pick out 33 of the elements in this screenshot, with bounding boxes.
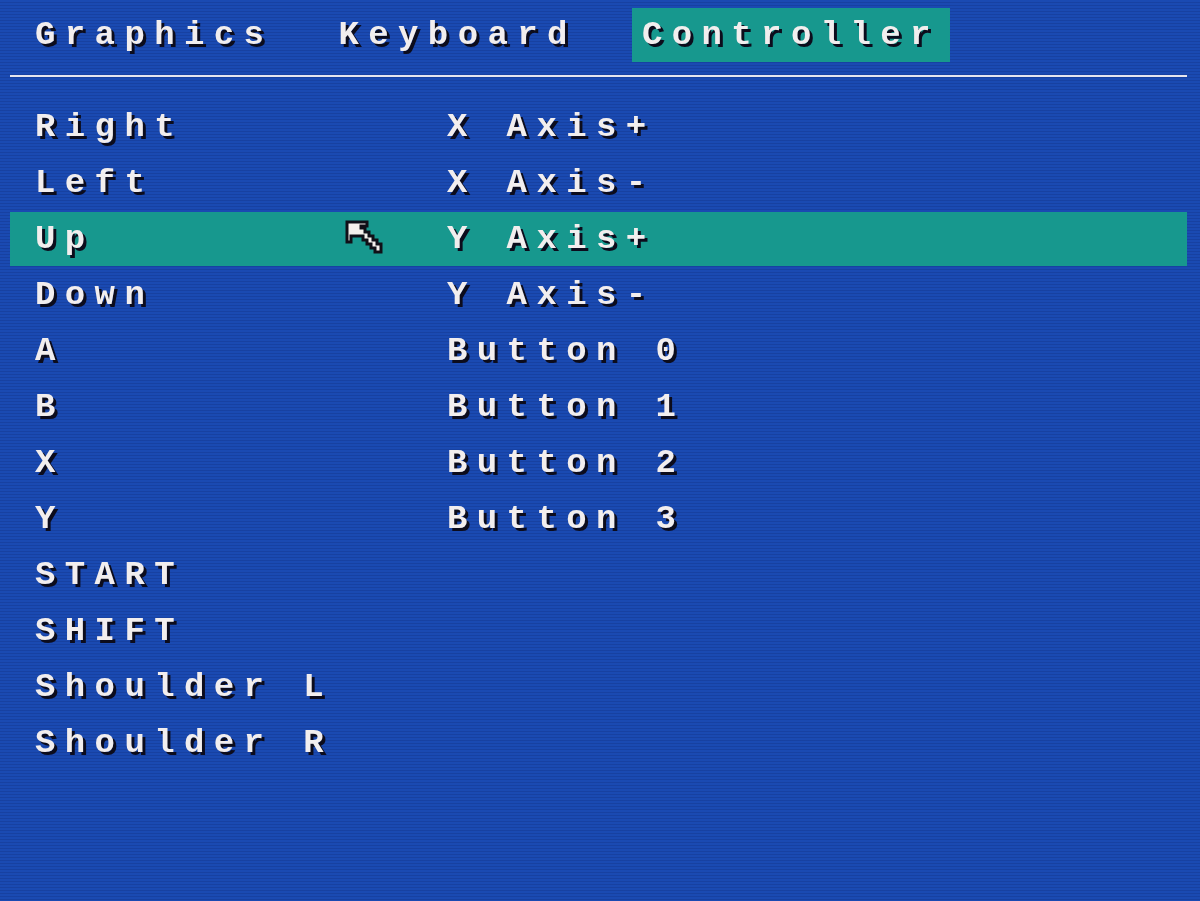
action-label: Shoulder R	[35, 724, 334, 762]
action-label: Y	[35, 500, 65, 538]
binding-row[interactable]: Shoulder L	[10, 660, 1187, 714]
binding-row[interactable]: Right X Axis+	[10, 100, 1187, 154]
binding-row[interactable]: Left X Axis-	[10, 156, 1187, 210]
binding-row[interactable]: Shoulder R	[10, 716, 1187, 770]
binding-row[interactable]: B Button 1	[10, 380, 1187, 434]
tab[interactable]: Graphics	[25, 8, 284, 62]
binding-row[interactable]: Down Y Axis-	[10, 268, 1187, 322]
input-label: Button 2	[447, 444, 686, 482]
input-label: X Axis+	[447, 108, 656, 146]
binding-row[interactable]: Y Button 3	[10, 492, 1187, 546]
binding-row[interactable]: A Button 0	[10, 324, 1187, 378]
action-label: X	[35, 444, 65, 482]
action-label: Up	[35, 220, 95, 258]
action-label: SHIFT	[35, 612, 185, 650]
input-label: Button 3	[447, 500, 686, 538]
action-label: START	[35, 556, 185, 594]
input-label: Y Axis+	[447, 220, 656, 258]
action-label: Right	[35, 108, 185, 146]
tab[interactable]: Keyboard	[328, 8, 587, 62]
input-label: Y Axis-	[447, 276, 656, 314]
action-label: Down	[35, 276, 155, 314]
action-label: Left	[35, 164, 155, 202]
input-label: Button 1	[447, 388, 686, 426]
input-label: Button 0	[447, 332, 686, 370]
binding-row[interactable]: SHIFT	[10, 604, 1187, 658]
action-label: A	[35, 332, 65, 370]
binding-row[interactable]: X Button 2	[10, 436, 1187, 490]
action-label: B	[35, 388, 65, 426]
binding-row[interactable]: START	[10, 548, 1187, 602]
action-label: Shoulder L	[35, 668, 334, 706]
input-label: X Axis-	[447, 164, 656, 202]
